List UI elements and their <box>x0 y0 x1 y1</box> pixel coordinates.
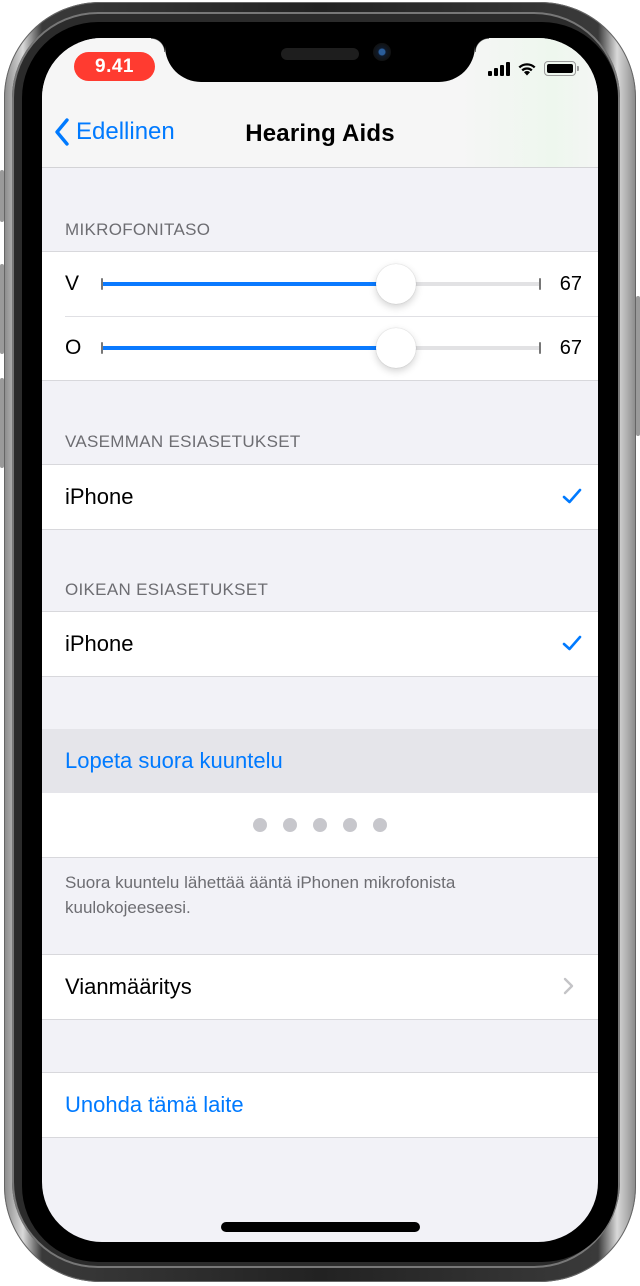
level-dot <box>313 818 327 832</box>
forget-device-group: Unohda tämä laite <box>42 1072 598 1138</box>
left-mic-level-slider[interactable] <box>101 252 541 316</box>
section-header-right-presets: OIKEAN ESIASETUKSET <box>65 580 269 599</box>
slider-thumb[interactable] <box>375 264 416 304</box>
side-button <box>636 296 640 436</box>
preset-label: iPhone <box>65 484 134 509</box>
preset-row-right-iphone[interactable]: iPhone <box>42 612 598 676</box>
slider-row-left: V 67 <box>42 252 598 316</box>
right-mic-level-slider[interactable] <box>101 316 541 380</box>
slider-label: V <box>65 272 80 295</box>
stop-live-listen-label: Lopeta suora kuuntelu <box>65 748 283 773</box>
page-title: Hearing Aids <box>245 120 395 147</box>
chevron-right-icon <box>563 977 574 995</box>
volume-down-button <box>0 378 4 468</box>
section-header-left-presets: VASEMMAN ESIASETUKSET <box>65 432 301 451</box>
level-dot <box>373 818 387 832</box>
checkmark-icon <box>562 635 582 651</box>
forget-device-button[interactable]: Unohda tämä laite <box>42 1073 598 1137</box>
speaker-grille <box>281 48 359 60</box>
diagnostics-label: Vianmääritys <box>65 974 192 999</box>
microphone-level-group: V 67 O 67 <box>42 251 598 381</box>
slider-thumb[interactable] <box>375 328 416 368</box>
right-presets-group: iPhone <box>42 611 598 677</box>
forget-device-label: Unohda tämä laite <box>65 1092 244 1117</box>
live-listen-footer: Suora kuuntelu lähettää ääntä iPhonen mi… <box>65 873 456 917</box>
home-indicator[interactable] <box>221 1222 420 1232</box>
volume-up-button <box>0 264 4 354</box>
cellular-signal-icon <box>488 62 510 76</box>
notch <box>151 38 489 82</box>
section-header-microphone: MIKROFONITASO <box>65 220 211 239</box>
preset-label: iPhone <box>65 631 134 656</box>
slider-row-right: O 67 <box>42 316 598 380</box>
diagnostics-group: Vianmääritys <box>42 954 598 1020</box>
battery-icon <box>544 61 579 76</box>
checkmark-icon <box>562 488 582 504</box>
wifi-icon <box>518 63 536 76</box>
diagnostics-row[interactable]: Vianmääritys <box>42 955 598 1019</box>
slider-value: 67 <box>559 272 582 295</box>
preset-row-left-iphone[interactable]: iPhone <box>42 465 598 529</box>
stop-live-listen-button[interactable]: Lopeta suora kuuntelu <box>42 729 598 793</box>
screen: 9.41 Edellinen Hearing Aids MIKROFONITAS… <box>42 38 598 1242</box>
slider-label: O <box>65 336 82 359</box>
status-icons <box>488 60 579 76</box>
silent-switch <box>0 170 4 222</box>
level-dot <box>283 818 297 832</box>
status-time[interactable]: 9.41 <box>74 52 155 81</box>
left-presets-group: iPhone <box>42 464 598 530</box>
live-listen-level-indicator <box>42 793 598 857</box>
level-dot <box>343 818 357 832</box>
live-listen-group: Lopeta suora kuuntelu <box>42 729 598 858</box>
slider-value: 67 <box>559 336 582 359</box>
front-camera <box>373 43 391 61</box>
level-dot <box>253 818 267 832</box>
